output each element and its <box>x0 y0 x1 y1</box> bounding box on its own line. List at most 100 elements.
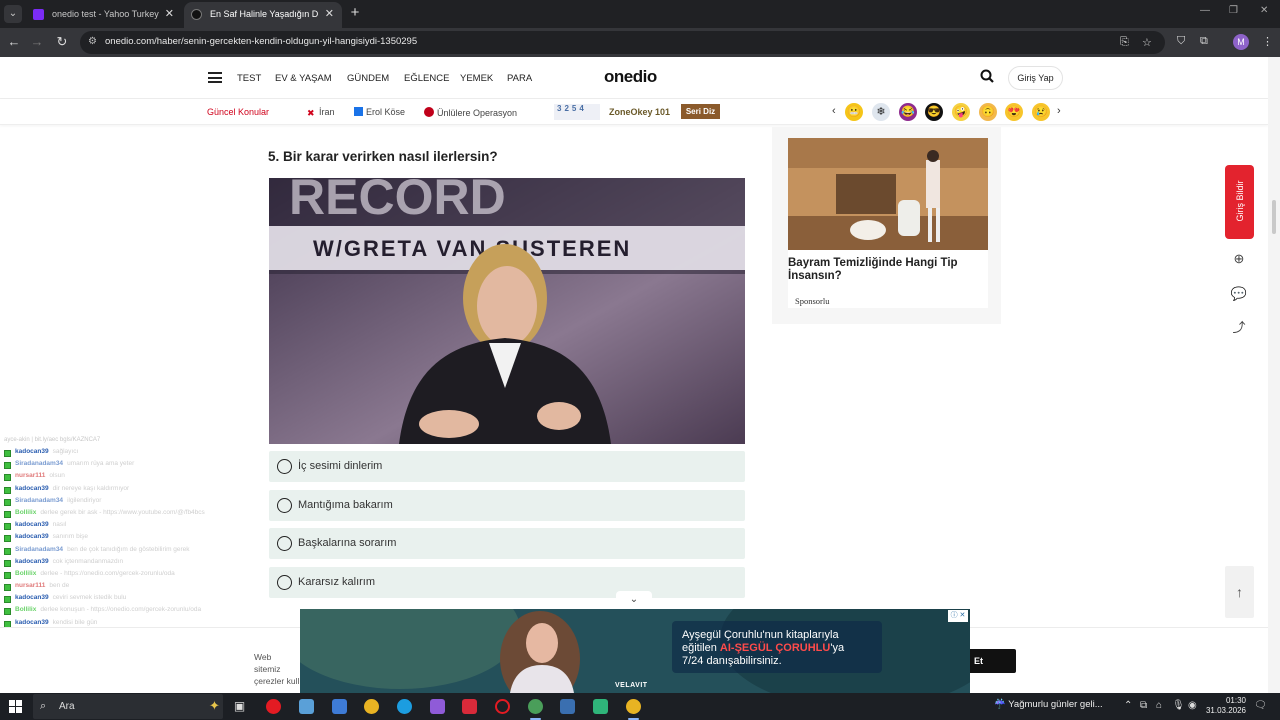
microphone-icon[interactable]: 🎙 <box>1172 700 1185 711</box>
chat-line: Siradanadam34 ben de çok tanıdığım de gös… <box>4 546 244 558</box>
nav-para[interactable]: PARA <box>507 73 532 84</box>
site-info-icon[interactable]: ⚙ <box>88 36 97 47</box>
opera-icon[interactable] <box>266 699 281 714</box>
giris-bildir-button[interactable]: Giriş Bildir <box>1225 165 1254 239</box>
sponsored-image[interactable] <box>788 138 988 250</box>
app-icon-1[interactable] <box>299 699 314 714</box>
hamburger-menu-icon[interactable] <box>208 72 222 83</box>
volume-icon[interactable]: ◉ <box>1188 700 1197 711</box>
topic-unlulere-operasyon[interactable]: Ünlülere Operasyon <box>424 107 517 118</box>
option-mantik[interactable]: Mantığıma bakarım <box>269 490 745 521</box>
opera-gx-icon[interactable] <box>495 699 510 714</box>
scrollbar-thumb[interactable] <box>1272 200 1276 234</box>
address-bar[interactable]: ⚙ onedio.com/haber/senin-gercekten-kendi… <box>80 31 1165 54</box>
topic-iran[interactable]: ✖ İran <box>307 107 335 118</box>
tray-chevron-icon[interactable]: ⌃ <box>1124 700 1132 711</box>
url-text[interactable]: onedio.com/haber/senin-gercekten-kendin-… <box>105 36 417 47</box>
emoji-reaction-4[interactable]: 😎 <box>925 103 943 121</box>
ad-line-1: Ayşegül Çoruhlu'nun kitaplarıyla <box>682 629 839 641</box>
emoji-prev-icon[interactable]: ‹ <box>832 105 836 117</box>
nav-gundem[interactable]: GÜNDEM <box>347 73 389 84</box>
chat-username: Siradanadam34 <box>15 496 64 504</box>
notifications-icon[interactable]: 🗨 <box>1254 700 1267 711</box>
edge-icon[interactable] <box>397 699 412 714</box>
search-icon[interactable] <box>980 69 994 83</box>
taskbar-clock[interactable]: 01:30 31.03.2026 <box>1204 696 1246 716</box>
emoji-reaction-2[interactable]: ❄ <box>872 103 890 121</box>
ad-close-icon[interactable]: ⓘ ✕ <box>948 610 968 622</box>
tab-search-icon[interactable]: ⌄ <box>4 5 22 23</box>
app-icon-3[interactable] <box>430 699 445 714</box>
network-icon[interactable]: ⌂ <box>1156 700 1162 711</box>
share-icon[interactable]: ⤴ <box>1226 315 1252 341</box>
scroll-to-top-button[interactable]: ↑ <box>1225 566 1254 618</box>
tab-onedio[interactable]: En Saf Halinle Yaşadığın Dönem ✕ <box>184 2 342 28</box>
tab-close-icon[interactable]: ✕ <box>165 2 174 26</box>
app-icon-4[interactable] <box>462 699 477 714</box>
new-tab-icon[interactable]: + <box>346 4 364 22</box>
comments-icon[interactable]: 💬 <box>1226 281 1252 307</box>
bookmark-star-icon[interactable]: ☆ <box>1142 36 1152 49</box>
topic-erol-kose[interactable]: Erol Köse <box>354 107 405 117</box>
taskbar-search[interactable]: ⌕ Ara ✦ <box>33 694 223 719</box>
zoneokey-title[interactable]: ZoneOkey 101 <box>609 107 670 117</box>
minimize-icon[interactable]: — <box>1200 5 1210 16</box>
option-ic-sesim[interactable]: İç sesimi dinlerim <box>269 451 745 482</box>
option-label: Kararsız kalırım <box>298 576 376 588</box>
radio-button[interactable] <box>277 575 292 590</box>
chat-line: kadocan39 nasıl <box>4 521 244 533</box>
extensions-icon[interactable]: ⧉ <box>1200 35 1208 48</box>
chrome-icon[interactable] <box>364 699 379 714</box>
option-baskalarina[interactable]: Başkalarına sorarım <box>269 528 745 559</box>
forward-icon[interactable]: → <box>28 33 46 51</box>
sponsored-body[interactable]: Bayram Temizliğinde Hangi Tip İnsansın? … <box>788 250 988 308</box>
emoji-reaction-3[interactable]: 😂 <box>899 103 917 121</box>
app-icon-6[interactable] <box>593 699 608 714</box>
bookmark-add-icon[interactable]: ⊕ <box>1226 246 1252 272</box>
option-kararsiz[interactable]: Kararsız kalırım <box>269 567 745 598</box>
nav-ev-yasam[interactable]: EV & YAŞAM <box>275 73 332 84</box>
menu-dots-icon[interactable]: ⋮ <box>1262 35 1273 48</box>
login-button[interactable]: Giriş Yap <box>1008 66 1063 90</box>
seri-diz-button[interactable]: Seri Diz <box>681 104 720 119</box>
chat-message: ilgilendiriyor <box>67 496 102 504</box>
emoji-reaction-5[interactable]: 🤪 <box>952 103 970 121</box>
emoji-reaction-8[interactable]: 😢 <box>1032 103 1050 121</box>
radio-button[interactable] <box>277 498 292 513</box>
app-icon-2[interactable] <box>332 699 347 714</box>
nav-test[interactable]: TEST <box>237 73 261 84</box>
chat-header: ayce-akin | bit.ly/aec bgls/KAZNCA7 <box>4 437 101 443</box>
page-scrollbar[interactable] <box>1268 57 1280 693</box>
tray-app-icon[interactable]: ⧉ <box>1140 700 1147 711</box>
nav-eglence[interactable]: EĞLENCE <box>404 73 449 84</box>
sponsored-title[interactable]: Bayram Temizliğinde Hangi Tip İnsansın? <box>788 257 983 283</box>
close-window-icon[interactable]: ✕ <box>1260 5 1268 16</box>
restore-icon[interactable]: ❐ <box>1229 5 1238 16</box>
app-icon-5[interactable] <box>560 699 575 714</box>
emoji-next-icon[interactable]: › <box>1057 105 1061 117</box>
tab-yahoo[interactable]: onedio test - Yahoo Turkey Ara ✕ <box>26 2 182 28</box>
cookie-text: Web sitemiz çerezler kull <box>254 652 300 686</box>
sponsored-card[interactable]: Bayram Temizliğinde Hangi Tip İnsansın? … <box>772 127 1001 324</box>
profile-avatar[interactable]: M <box>1233 34 1249 50</box>
windows-start-icon[interactable] <box>9 700 22 713</box>
chrome-active-icon[interactable] <box>626 699 641 720</box>
shield-icon[interactable]: ⛉ <box>1177 35 1185 48</box>
radio-button[interactable] <box>277 459 292 474</box>
reload-icon[interactable]: ↻ <box>53 33 71 51</box>
task-view-icon[interactable]: ▣ <box>232 699 247 714</box>
tab-close-icon[interactable]: ✕ <box>325 2 334 26</box>
bottom-ad[interactable]: ⓘ ✕ Ayşegül Çoruhlu'nun kitaplarıyla eği… <box>300 609 970 693</box>
zoneokey-tiles[interactable]: 3254 <box>554 104 600 120</box>
nav-yemek[interactable]: YEMEK <box>460 73 493 84</box>
weather-widget[interactable]: ☔ Yağmurlu günler geli... <box>994 699 1103 710</box>
emoji-reaction-7[interactable]: 😍 <box>1005 103 1023 121</box>
onedio-logo[interactable]: onedio <box>604 67 657 87</box>
chrome-profile-icon[interactable] <box>528 699 543 720</box>
ad-collapse-chevron-icon[interactable]: ⌄ <box>616 591 652 609</box>
radio-button[interactable] <box>277 536 292 551</box>
emoji-reaction-1[interactable]: 😬 <box>845 103 863 121</box>
install-icon[interactable]: ⎘ <box>1120 36 1129 49</box>
emoji-reaction-6[interactable]: 🙃 <box>979 103 997 121</box>
back-icon[interactable]: ← <box>5 33 23 51</box>
